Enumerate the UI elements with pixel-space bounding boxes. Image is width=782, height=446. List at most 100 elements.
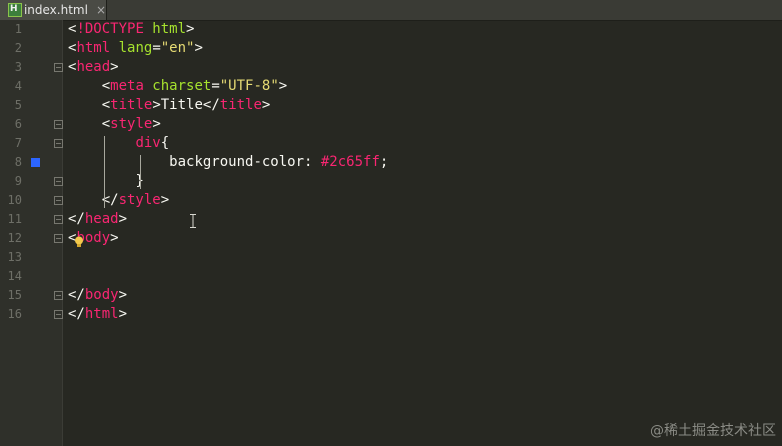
line-number: 12 [7, 231, 22, 245]
code-token: : [304, 154, 321, 170]
line-number: 8 [14, 155, 22, 169]
line-number: 16 [7, 307, 22, 321]
line-number: 1 [14, 22, 22, 36]
code-line[interactable]: </head> [68, 210, 127, 229]
code-token: meta [110, 78, 144, 94]
line-number: 5 [14, 98, 22, 112]
code-token: > [110, 230, 119, 246]
code-token: > [118, 211, 128, 227]
html-file-icon: H [8, 3, 22, 17]
line-number: 11 [7, 212, 22, 226]
color-swatch-icon[interactable] [31, 158, 40, 167]
code-token: ; [379, 154, 389, 170]
code-line[interactable]: div{ [68, 134, 169, 153]
code-token: charset [143, 78, 212, 94]
code-line[interactable]: <title>Title</title> [68, 96, 271, 115]
code-token: </ [68, 211, 85, 227]
line-number: 9 [14, 174, 22, 188]
fold-toggle-icon[interactable] [54, 177, 63, 186]
code-token: title [110, 97, 153, 113]
code-token: < [101, 116, 111, 132]
code-token: style [118, 192, 161, 208]
code-token: = [211, 78, 220, 94]
code-token: < [101, 78, 111, 94]
code-token: div [135, 135, 161, 151]
code-token: style [110, 116, 153, 132]
line-number: 3 [14, 60, 22, 74]
code-token: > [152, 116, 161, 132]
code-line[interactable]: <style> [68, 115, 161, 134]
code-token: </ [68, 306, 85, 322]
code-token: </ [202, 97, 220, 113]
code-line[interactable]: <meta charset="UTF-8"> [68, 77, 287, 96]
code-line[interactable]: <!DOCTYPE html> [68, 20, 194, 39]
code-token: = [152, 40, 161, 56]
fold-toggle-icon[interactable] [54, 234, 63, 243]
code-token: < [101, 97, 111, 113]
code-token: background-color [169, 154, 305, 170]
code-token: > [118, 287, 128, 303]
code-line[interactable]: </body> [68, 286, 127, 305]
fold-toggle-icon[interactable] [54, 291, 63, 300]
editor-gutter: 1 2 3 4 5 6 7 8 9 10 11 12 13 14 15 16 [0, 20, 63, 446]
indent-guide [140, 155, 141, 189]
line-number: 7 [14, 136, 22, 150]
line-number: 10 [7, 193, 22, 207]
code-token: !DOCTYPE [76, 21, 144, 37]
code-token: </ [68, 287, 85, 303]
line-number: 15 [7, 288, 22, 302]
code-token: html [84, 306, 119, 322]
code-token: html [76, 40, 111, 56]
code-token: body [84, 287, 119, 303]
code-token: > [186, 21, 195, 37]
line-number: 2 [14, 41, 22, 55]
code-line[interactable]: </style> [68, 191, 169, 210]
watermark-text: @稀土掘金技术社区 [650, 423, 776, 439]
code-token: > [152, 97, 161, 113]
code-token: html [143, 21, 187, 37]
fold-toggle-icon[interactable] [54, 215, 63, 224]
code-token: #2c65ff [320, 154, 380, 170]
line-number: 4 [14, 79, 22, 93]
fold-toggle-icon[interactable] [54, 120, 63, 129]
code-token: > [278, 78, 288, 94]
tab-filename: index.html [23, 3, 88, 17]
tab-close-icon[interactable]: × [96, 3, 106, 17]
line-number: 14 [7, 269, 22, 283]
code-line[interactable]: </html> [68, 305, 127, 324]
lightbulb-icon[interactable] [74, 236, 84, 248]
code-token: head [84, 211, 119, 227]
code-token: title [219, 97, 262, 113]
tab-index-html[interactable]: H index.html × [0, 0, 107, 20]
code-line[interactable]: <html lang="en"> [68, 39, 203, 58]
line-number: 13 [7, 250, 22, 264]
code-token: { [160, 135, 170, 151]
i-beam-cursor-icon [190, 214, 196, 228]
code-token: "en" [160, 40, 195, 56]
code-token: lang [110, 40, 153, 56]
indent-guide [104, 136, 105, 208]
html-file-icon-letter: H [10, 4, 18, 14]
code-token: head [76, 59, 111, 75]
code-token: > [110, 59, 119, 75]
code-token: > [194, 40, 203, 56]
code-line[interactable]: } [68, 172, 143, 191]
editor-tab-bar: H index.html × [0, 0, 782, 21]
code-token: > [160, 192, 170, 208]
fold-toggle-icon[interactable] [54, 139, 63, 148]
code-token: "UTF-8" [219, 78, 279, 94]
code-token: > [118, 306, 128, 322]
code-line[interactable]: background-color: #2c65ff; [68, 153, 388, 172]
fold-toggle-icon[interactable] [54, 196, 63, 205]
fold-toggle-icon[interactable] [54, 63, 63, 72]
code-line[interactable]: <head> [68, 58, 119, 77]
fold-toggle-icon[interactable] [54, 310, 63, 319]
line-number: 6 [14, 117, 22, 131]
